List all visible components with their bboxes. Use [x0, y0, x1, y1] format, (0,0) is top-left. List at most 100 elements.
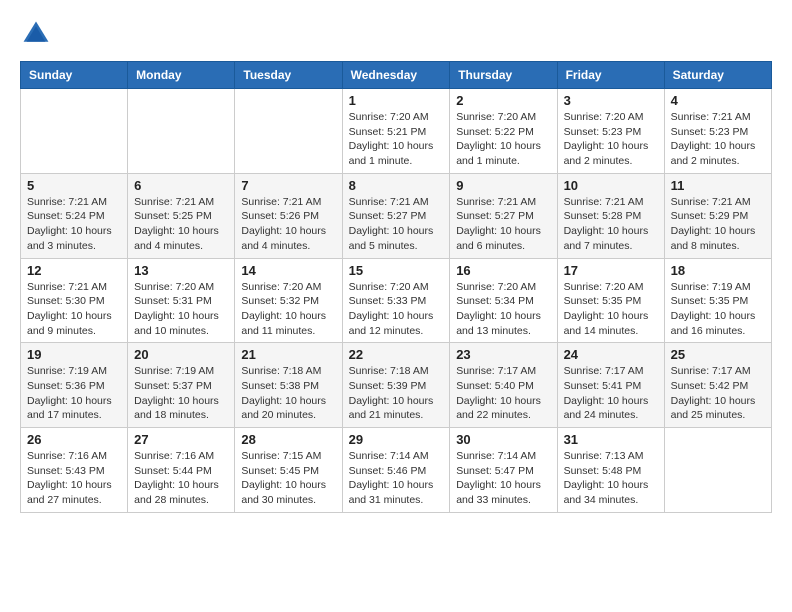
day-cell	[235, 89, 342, 174]
day-cell: 22Sunrise: 7:18 AMSunset: 5:39 PMDayligh…	[342, 343, 450, 428]
day-number: 25	[671, 347, 765, 362]
day-info: Sunrise: 7:21 AMSunset: 5:26 PMDaylight:…	[241, 195, 335, 254]
day-number: 26	[27, 432, 121, 447]
day-number: 27	[134, 432, 228, 447]
day-number: 3	[564, 93, 658, 108]
day-cell: 14 Sunrise: 7:20 AMSunset: 5:32 PMDayligh…	[235, 258, 342, 343]
day-info: Sunrise: 7:15 AMSunset: 5:45 PMDaylight:…	[241, 449, 335, 508]
day-cell: 31Sunrise: 7:13 AMSunset: 5:48 PMDayligh…	[557, 428, 664, 513]
day-cell: 17 Sunrise: 7:20 AMSunset: 5:35 PMDayligh…	[557, 258, 664, 343]
day-cell: 8 Sunrise: 7:21 AMSunset: 5:27 PMDaylight…	[342, 173, 450, 258]
day-info: Sunrise: 7:21 AMSunset: 5:27 PMDaylight:…	[456, 195, 550, 254]
day-number: 14	[241, 263, 335, 278]
day-cell	[128, 89, 235, 174]
day-number: 5	[27, 178, 121, 193]
day-cell: 13Sunrise: 7:20 AMSunset: 5:31 PMDayligh…	[128, 258, 235, 343]
day-info: Sunrise: 7:18 AMSunset: 5:38 PMDaylight:…	[241, 364, 335, 423]
day-info: Sunrise: 7:16 AMSunset: 5:44 PMDaylight:…	[134, 449, 228, 508]
day-cell: 16 Sunrise: 7:20 AMSunset: 5:34 PMDayligh…	[450, 258, 557, 343]
day-number: 29	[349, 432, 444, 447]
day-cell: 24 Sunrise: 7:17 AMSunset: 5:41 PMDayligh…	[557, 343, 664, 428]
day-cell: 7 Sunrise: 7:21 AMSunset: 5:26 PMDaylight…	[235, 173, 342, 258]
day-cell: 23Sunrise: 7:17 AMSunset: 5:40 PMDayligh…	[450, 343, 557, 428]
day-number: 11	[671, 178, 765, 193]
day-number: 8	[349, 178, 444, 193]
weekday-header-saturday: Saturday	[664, 62, 771, 89]
day-cell	[664, 428, 771, 513]
week-row-4: 19 Sunrise: 7:19 AMSunset: 5:36 PMDayligh…	[21, 343, 772, 428]
day-number: 16	[456, 263, 550, 278]
day-info: Sunrise: 7:21 AMSunset: 5:28 PMDaylight:…	[564, 195, 658, 254]
day-number: 20	[134, 347, 228, 362]
day-number: 15	[349, 263, 444, 278]
logo	[20, 20, 50, 53]
calendar-page: SundayMondayTuesdayWednesdayThursdayFrid…	[0, 0, 792, 523]
day-number: 24	[564, 347, 658, 362]
day-info: Sunrise: 7:20 AMSunset: 5:22 PMDaylight:…	[456, 110, 550, 169]
day-number: 1	[349, 93, 444, 108]
day-number: 6	[134, 178, 228, 193]
day-cell: 26 Sunrise: 7:16 AMSunset: 5:43 PMDayligh…	[21, 428, 128, 513]
day-cell: 9 Sunrise: 7:21 AMSunset: 5:27 PMDaylight…	[450, 173, 557, 258]
day-number: 22	[349, 347, 444, 362]
day-info: Sunrise: 7:19 AMSunset: 5:36 PMDaylight:…	[27, 364, 121, 423]
day-info: Sunrise: 7:14 AMSunset: 5:47 PMDaylight:…	[456, 449, 550, 508]
day-number: 13	[134, 263, 228, 278]
weekday-header-wednesday: Wednesday	[342, 62, 450, 89]
week-row-1: 1 Sunrise: 7:20 AMSunset: 5:21 PMDaylight…	[21, 89, 772, 174]
day-cell: 6Sunrise: 7:21 AMSunset: 5:25 PMDaylight…	[128, 173, 235, 258]
day-info: Sunrise: 7:17 AMSunset: 5:41 PMDaylight:…	[564, 364, 658, 423]
day-number: 19	[27, 347, 121, 362]
weekday-header-row: SundayMondayTuesdayWednesdayThursdayFrid…	[21, 62, 772, 89]
day-number: 30	[456, 432, 550, 447]
calendar-table: SundayMondayTuesdayWednesdayThursdayFrid…	[20, 61, 772, 513]
day-number: 7	[241, 178, 335, 193]
day-cell: 5 Sunrise: 7:21 AMSunset: 5:24 PMDaylight…	[21, 173, 128, 258]
day-info: Sunrise: 7:21 AMSunset: 5:29 PMDaylight:…	[671, 195, 765, 254]
day-info: Sunrise: 7:19 AMSunset: 5:37 PMDaylight:…	[134, 364, 228, 423]
day-cell: 30 Sunrise: 7:14 AMSunset: 5:47 PMDayligh…	[450, 428, 557, 513]
day-info: Sunrise: 7:21 AMSunset: 5:27 PMDaylight:…	[349, 195, 444, 254]
weekday-header-friday: Friday	[557, 62, 664, 89]
day-number: 31	[564, 432, 658, 447]
day-cell	[21, 89, 128, 174]
day-cell: 19 Sunrise: 7:19 AMSunset: 5:36 PMDayligh…	[21, 343, 128, 428]
day-cell: 28 Sunrise: 7:15 AMSunset: 5:45 PMDayligh…	[235, 428, 342, 513]
day-number: 17	[564, 263, 658, 278]
day-cell: 29 Sunrise: 7:14 AMSunset: 5:46 PMDayligh…	[342, 428, 450, 513]
day-info: Sunrise: 7:17 AMSunset: 5:42 PMDaylight:…	[671, 364, 765, 423]
logo-area	[20, 20, 54, 53]
day-info: Sunrise: 7:20 AMSunset: 5:33 PMDaylight:…	[349, 280, 444, 339]
day-cell: 2 Sunrise: 7:20 AMSunset: 5:22 PMDaylight…	[450, 89, 557, 174]
day-info: Sunrise: 7:16 AMSunset: 5:43 PMDaylight:…	[27, 449, 121, 508]
day-info: Sunrise: 7:21 AMSunset: 5:23 PMDaylight:…	[671, 110, 765, 169]
day-info: Sunrise: 7:20 AMSunset: 5:21 PMDaylight:…	[349, 110, 444, 169]
day-number: 28	[241, 432, 335, 447]
day-cell: 12Sunrise: 7:21 AMSunset: 5:30 PMDayligh…	[21, 258, 128, 343]
day-info: Sunrise: 7:20 AMSunset: 5:35 PMDaylight:…	[564, 280, 658, 339]
day-number: 4	[671, 93, 765, 108]
day-info: Sunrise: 7:20 AMSunset: 5:23 PMDaylight:…	[564, 110, 658, 169]
day-info: Sunrise: 7:21 AMSunset: 5:24 PMDaylight:…	[27, 195, 121, 254]
day-cell: 21 Sunrise: 7:18 AMSunset: 5:38 PMDayligh…	[235, 343, 342, 428]
day-cell: 25 Sunrise: 7:17 AMSunset: 5:42 PMDayligh…	[664, 343, 771, 428]
day-cell: 11 Sunrise: 7:21 AMSunset: 5:29 PMDayligh…	[664, 173, 771, 258]
day-cell: 3 Sunrise: 7:20 AMSunset: 5:23 PMDaylight…	[557, 89, 664, 174]
day-number: 21	[241, 347, 335, 362]
day-number: 18	[671, 263, 765, 278]
day-number: 23	[456, 347, 550, 362]
day-cell: 15 Sunrise: 7:20 AMSunset: 5:33 PMDayligh…	[342, 258, 450, 343]
day-number: 9	[456, 178, 550, 193]
day-info: Sunrise: 7:20 AMSunset: 5:32 PMDaylight:…	[241, 280, 335, 339]
day-info: Sunrise: 7:19 AMSunset: 5:35 PMDaylight:…	[671, 280, 765, 339]
day-cell: 1 Sunrise: 7:20 AMSunset: 5:21 PMDaylight…	[342, 89, 450, 174]
week-row-3: 12Sunrise: 7:21 AMSunset: 5:30 PMDayligh…	[21, 258, 772, 343]
day-cell: 18 Sunrise: 7:19 AMSunset: 5:35 PMDayligh…	[664, 258, 771, 343]
day-info: Sunrise: 7:20 AMSunset: 5:34 PMDaylight:…	[456, 280, 550, 339]
day-cell: 10 Sunrise: 7:21 AMSunset: 5:28 PMDayligh…	[557, 173, 664, 258]
day-info: Sunrise: 7:14 AMSunset: 5:46 PMDaylight:…	[349, 449, 444, 508]
day-number: 12	[27, 263, 121, 278]
day-number: 10	[564, 178, 658, 193]
day-number: 2	[456, 93, 550, 108]
day-cell: 4 Sunrise: 7:21 AMSunset: 5:23 PMDaylight…	[664, 89, 771, 174]
